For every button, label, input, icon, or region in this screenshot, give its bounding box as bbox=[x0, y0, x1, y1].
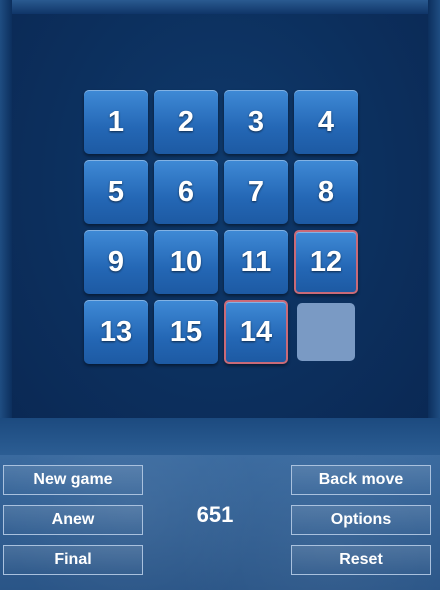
tile-10[interactable]: 10 bbox=[154, 230, 218, 294]
reset-button[interactable]: Reset bbox=[291, 545, 431, 575]
final-button[interactable]: Final bbox=[3, 545, 143, 575]
back-move-button[interactable]: Back move bbox=[291, 465, 431, 495]
tile-3[interactable]: 3 bbox=[224, 90, 288, 154]
anew-button[interactable]: Anew bbox=[3, 505, 143, 535]
tile-4[interactable]: 4 bbox=[294, 90, 358, 154]
box-wall-right bbox=[428, 0, 440, 420]
tile-13[interactable]: 13 bbox=[84, 300, 148, 364]
tile-9[interactable]: 9 bbox=[84, 230, 148, 294]
tile-8[interactable]: 8 bbox=[294, 160, 358, 224]
tile-12[interactable]: 12 bbox=[294, 230, 358, 294]
new-game-button[interactable]: New game bbox=[3, 465, 143, 495]
box-wall-top bbox=[0, 0, 440, 14]
options-button[interactable]: Options bbox=[291, 505, 431, 535]
tile-6[interactable]: 6 bbox=[154, 160, 218, 224]
puzzle-grid: 1 2 3 4 5 6 7 8 9 10 11 12 13 15 14 bbox=[84, 90, 360, 366]
tile-15[interactable]: 15 bbox=[154, 300, 218, 364]
tile-1[interactable]: 1 bbox=[84, 90, 148, 154]
tile-2[interactable]: 2 bbox=[154, 90, 218, 154]
tile-14[interactable]: 14 bbox=[224, 300, 288, 364]
move-counter: 651 bbox=[196, 502, 234, 527]
box-wall-left bbox=[0, 0, 12, 420]
tile-7[interactable]: 7 bbox=[224, 160, 288, 224]
tile-11[interactable]: 11 bbox=[224, 230, 288, 294]
box-floor bbox=[0, 418, 440, 458]
empty-cell bbox=[297, 303, 355, 361]
tile-5[interactable]: 5 bbox=[84, 160, 148, 224]
game-area: 1 2 3 4 5 6 7 8 9 10 11 12 13 15 14 bbox=[0, 0, 440, 458]
